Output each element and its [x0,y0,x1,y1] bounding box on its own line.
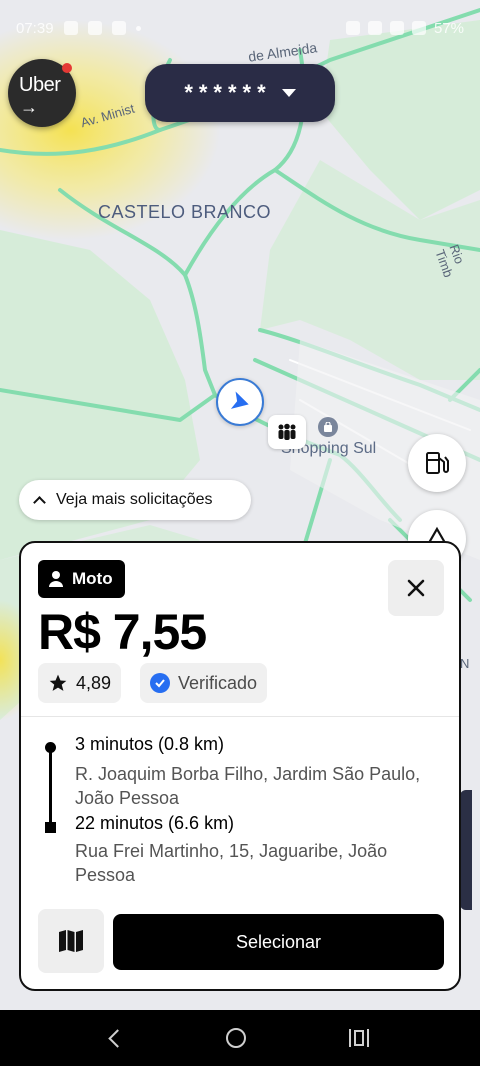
verified-check-icon [150,673,170,693]
notification-icon [111,21,126,35]
side-panel-edge [460,790,472,910]
people-icon[interactable] [268,415,306,449]
status-bar: 07:39 57% [0,0,480,56]
signal-icon [389,21,404,35]
person-icon [49,571,63,587]
star-icon [49,674,67,691]
route-line [49,745,52,827]
fuel-icon [426,452,449,474]
map-icon [59,930,83,952]
pickup-marker-icon [45,742,56,753]
card-divider [21,716,459,717]
pickup-eta: 3 minutos (0.8 km) [75,734,225,754]
more-requests-label: Veja mais solicitações [56,491,213,508]
verified-chip: Verificado [140,663,268,703]
verified-label: Verificado [178,672,258,693]
notification-dot [62,63,72,73]
dropoff-address: Rua Frei Martinho, 15, Jaguaribe, João P… [75,841,388,885]
dropoff-eta: 22 minutos (6.6 km) [75,813,235,833]
dropoff-marker-icon [45,822,56,833]
status-time: 07:39 [16,19,54,37]
uber-logo-icon: Uber [19,74,61,96]
trip-price: R$ 7,55 [38,604,207,660]
earnings-masked-value: ****** [184,80,272,105]
navigation-arrow-icon [216,378,264,426]
neighborhood-label: CASTELO BRANCO [98,202,272,222]
uber-menu-button[interactable]: Uber → [8,59,76,127]
battery-icon [411,21,426,35]
wifi-icon [367,21,382,35]
trip-request-card: Moto R$ 7,55 4,89 Verificado 3 minutos (… [19,541,461,991]
product-badge: Moto [38,560,125,598]
close-button[interactable] [388,560,444,616]
earnings-toggle[interactable]: ****** [145,64,335,122]
rider-rating-chip: 4,89 [38,663,122,703]
map-toggle-button[interactable] [38,909,104,973]
close-icon [407,579,425,597]
edge-label: N [460,656,470,671]
fuel-button[interactable] [408,434,466,492]
battery-level: 57% [433,19,464,37]
shopping-bag-icon[interactable] [318,417,338,437]
notification-icon [87,21,102,35]
system-nav-bar [0,1010,480,1066]
recents-icon[interactable] [348,1029,369,1047]
product-name: Moto [72,569,113,588]
notification-icon [63,21,78,35]
home-icon[interactable] [226,1028,247,1048]
caret-down-icon [281,89,296,97]
more-notifications-icon [135,25,141,31]
alarm-icon [345,21,360,35]
arrow-right-icon: → [20,97,38,117]
chevron-up-icon [33,495,46,509]
more-requests-button[interactable]: Veja mais solicitações [19,480,251,520]
back-icon[interactable] [108,1028,127,1048]
select-button[interactable]: Selecionar [113,914,444,970]
pickup-address: R. Joaquim Borba Filho, Jardim São Paulo… [75,764,421,808]
rider-rating: 4,89 [76,672,112,693]
